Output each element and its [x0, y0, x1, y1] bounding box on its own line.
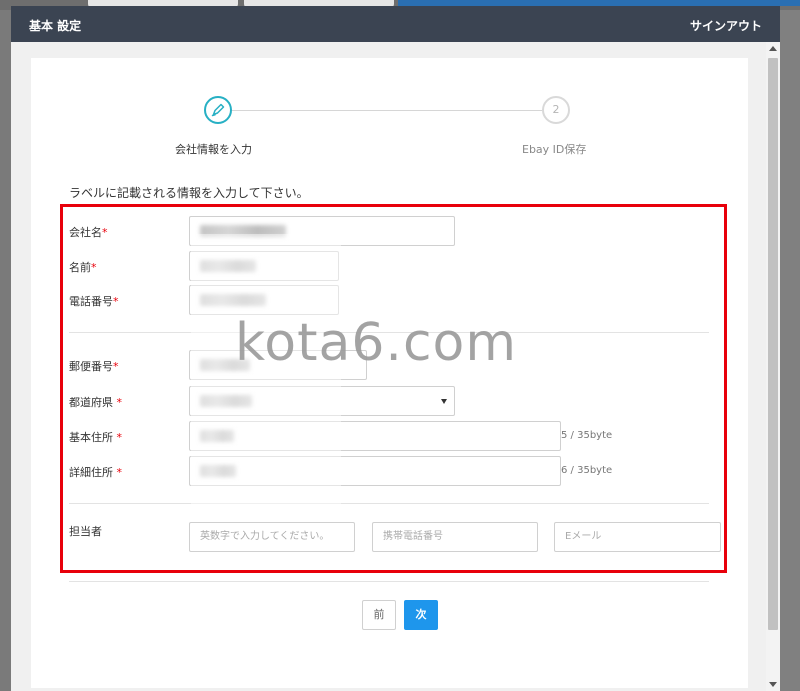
scroll-down-arrow-icon[interactable]: [769, 682, 777, 687]
step-2-label: Ebay ID保存: [522, 143, 587, 156]
background-overlay: [780, 10, 800, 691]
step-1-indicator: [204, 96, 232, 124]
prev-button[interactable]: 前: [362, 600, 396, 630]
pencil-icon: [211, 103, 225, 117]
form-instruction: ラベルに記載される情報を入力して下さい。: [69, 186, 309, 200]
signout-link[interactable]: サインアウト: [690, 17, 762, 34]
modal-scrollbar[interactable]: [766, 42, 780, 691]
scroll-thumb[interactable]: [768, 58, 778, 630]
step-1-label: 会社情報を入力: [175, 143, 252, 156]
scroll-up-arrow-icon[interactable]: [769, 46, 777, 51]
step-2-indicator: 2: [542, 96, 570, 124]
form-card: 2 会社情報を入力 Ebay ID保存 ラベルに記載される情報を入力して下さい。…: [31, 58, 748, 688]
next-button[interactable]: 次: [404, 600, 438, 630]
modal-header: 基本 設定 サインアウト: [11, 6, 780, 42]
footer-divider: [69, 581, 709, 582]
modal-title: 基本 設定: [29, 19, 82, 33]
settings-modal: 基本 設定 サインアウト 2 会社情報を入力 Ebay ID保存 ラベルに記載さ…: [11, 6, 780, 691]
watermark: kota6.com: [235, 313, 517, 373]
step-connector-line: [232, 110, 542, 111]
highlight-box: [60, 204, 727, 573]
